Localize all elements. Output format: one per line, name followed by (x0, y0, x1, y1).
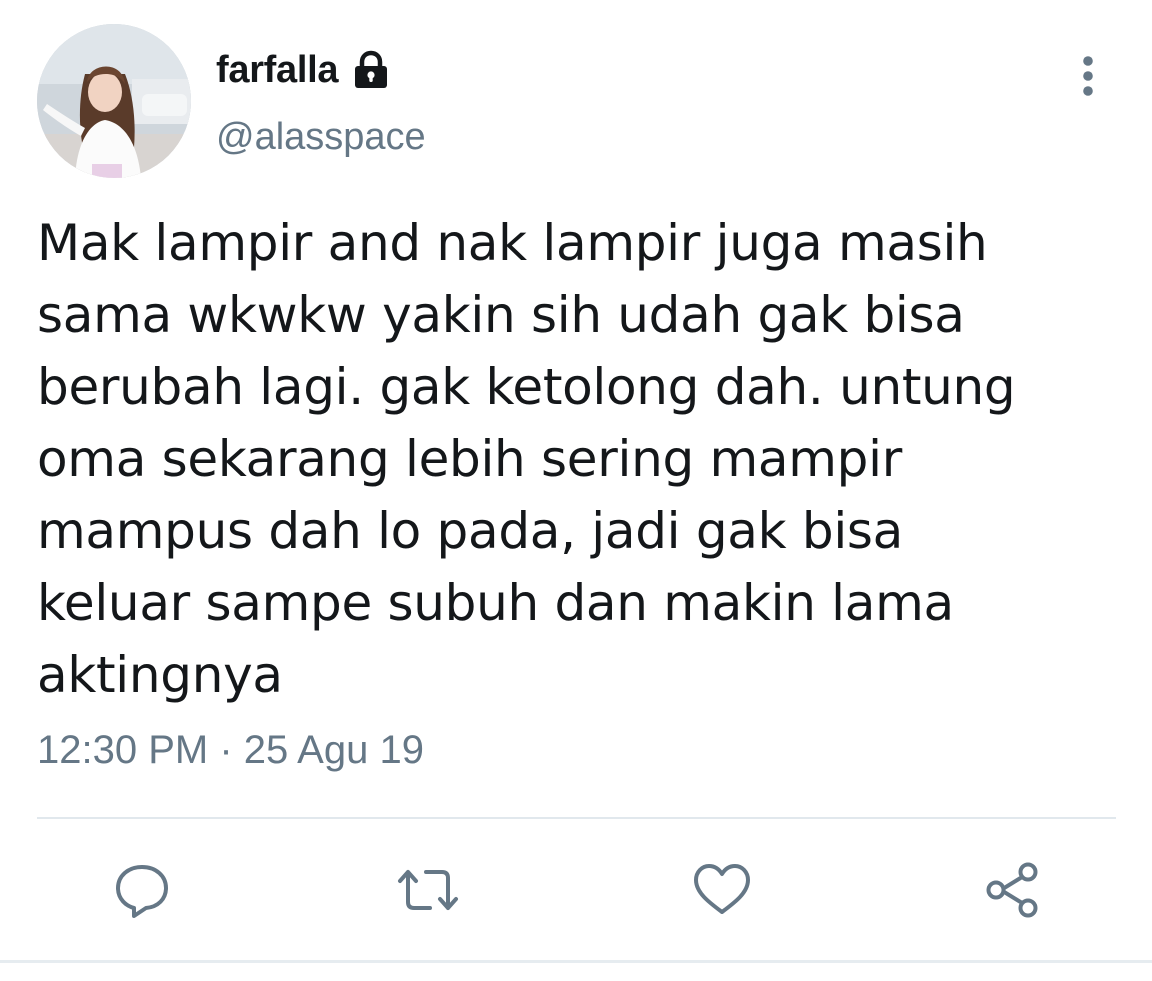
avatar[interactable] (37, 24, 191, 178)
tweet-text-line: aktingnya (37, 646, 283, 704)
tweet-text-line: sama wkwkw yakin sih udah gak bisa (37, 286, 965, 344)
divider (0, 960, 1152, 963)
reply-icon (116, 865, 168, 918)
tweet-text-line: keluar sampe subuh dan makin lama (37, 574, 954, 632)
lock-icon (350, 49, 392, 91)
tweet-text-line: oma sekarang lebih sering mampir (37, 430, 902, 488)
author-display-name[interactable]: farfalla (216, 49, 339, 92)
divider (37, 817, 1116, 819)
tweet-text-line: berubah lagi. gak ketolong dah. untung (37, 358, 1016, 416)
author-name-row: farfalla (216, 40, 392, 100)
tweet-text: Mak lampir and nak lampir juga masih sam… (37, 207, 1107, 711)
like-button[interactable] (690, 858, 754, 922)
retweet-button[interactable] (396, 858, 460, 922)
heart-icon (694, 864, 750, 914)
reply-button[interactable] (110, 858, 174, 922)
tweet-text-line: mampus dah lo pada, jadi gak bisa (37, 502, 904, 560)
tweet-timestamp[interactable]: 12:30 PM · 25 Agu 19 (37, 728, 424, 773)
more-vertical-icon[interactable] (1068, 52, 1108, 100)
retweet-icon (398, 870, 458, 910)
share-button[interactable] (982, 858, 1046, 922)
tweet-text-line: Mak lampir and nak lampir juga masih (37, 214, 988, 272)
share-icon (986, 862, 1038, 918)
author-handle[interactable]: @alasspace (216, 116, 426, 159)
avatar-photo (37, 24, 191, 178)
